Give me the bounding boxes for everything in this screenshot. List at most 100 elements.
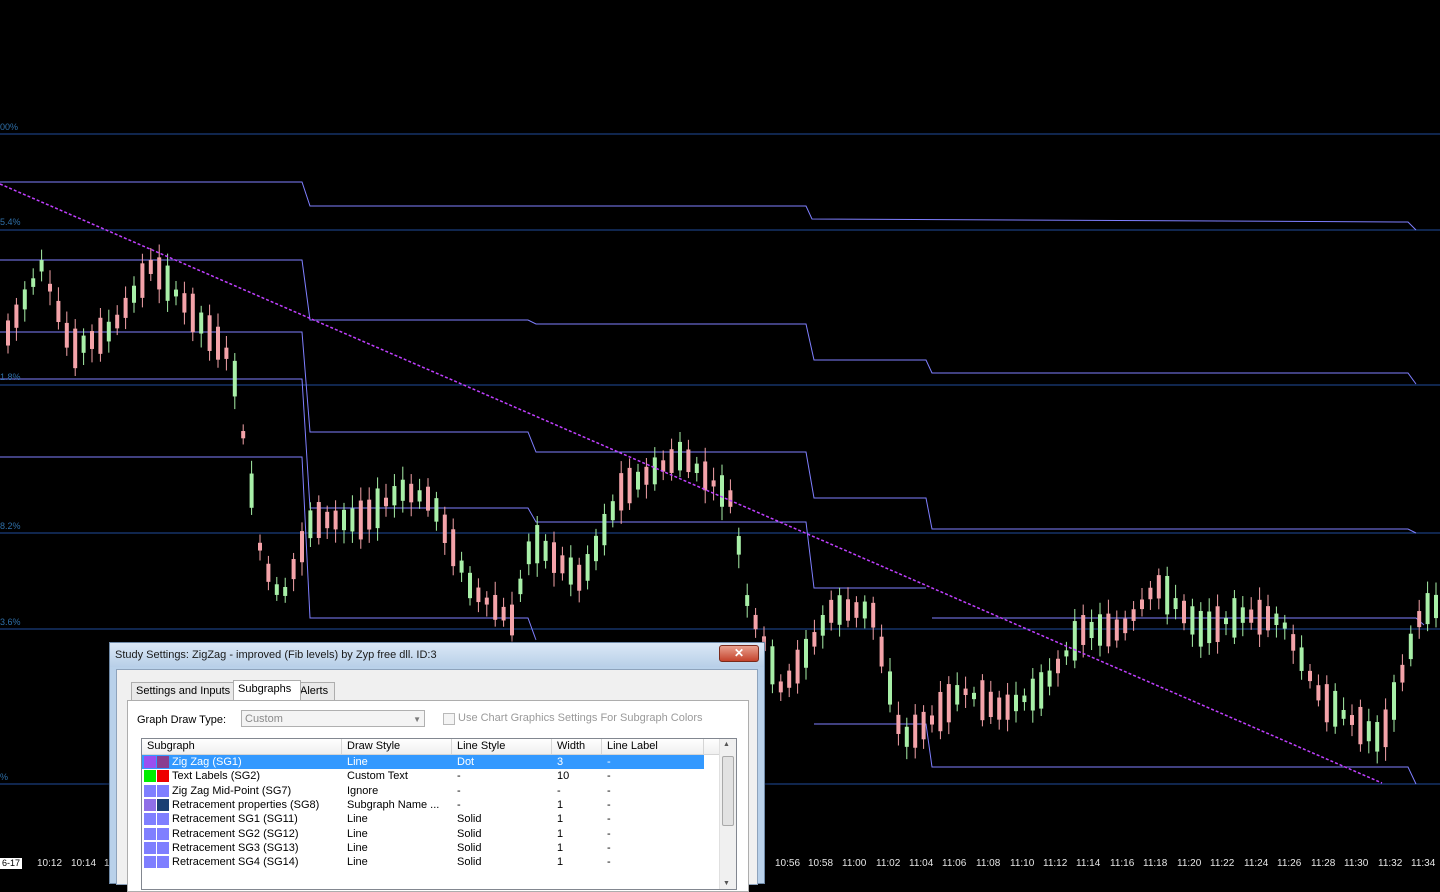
fib-label: 8.2% bbox=[0, 521, 21, 531]
dialog-titlebar[interactable]: Study Settings: ZigZag - improved (Fib l… bbox=[110, 643, 764, 667]
candle-body bbox=[459, 560, 464, 573]
subgraph-name: Retracement SG2 (SG12) bbox=[172, 827, 299, 840]
subgraph-color-secondary[interactable] bbox=[157, 770, 169, 783]
candle-body bbox=[778, 681, 783, 693]
candle-body bbox=[585, 554, 590, 581]
candle-body bbox=[955, 685, 960, 705]
candle-body bbox=[199, 312, 204, 334]
subgraph-color-secondary[interactable] bbox=[157, 784, 169, 797]
fib-label: 00% bbox=[0, 122, 19, 132]
candle-body bbox=[14, 304, 19, 328]
candle-body bbox=[1224, 617, 1228, 625]
subgraph-color-primary[interactable] bbox=[144, 770, 156, 783]
subgraph-name: Zig Zag (SG1) bbox=[172, 756, 242, 768]
subgraph-color-primary[interactable] bbox=[144, 756, 156, 768]
candle-body bbox=[1299, 647, 1304, 671]
candle-body bbox=[997, 697, 1002, 720]
subgraph-color-primary[interactable] bbox=[144, 827, 156, 840]
candle-body bbox=[1400, 664, 1405, 683]
candle-body bbox=[745, 595, 750, 606]
time-tick: 11:34 bbox=[1411, 858, 1436, 869]
candle-body bbox=[526, 541, 531, 565]
table-row[interactable]: Retracement SG2 (SG12) Line Solid 1 - bbox=[142, 827, 704, 841]
candle-body bbox=[1215, 606, 1220, 643]
candle-body bbox=[560, 555, 565, 574]
time-tick: 11:10 bbox=[1010, 858, 1035, 869]
candle-body bbox=[1341, 709, 1346, 719]
subgraph-color-secondary[interactable] bbox=[157, 856, 169, 869]
table-row[interactable]: Retracement SG1 (SG11) Line Solid 1 - bbox=[142, 812, 704, 826]
tab-alerts[interactable]: Alerts bbox=[295, 682, 335, 700]
subgraph-color-primary[interactable] bbox=[144, 813, 156, 826]
time-tick: 11:22 bbox=[1210, 858, 1235, 869]
scroll-down-icon[interactable]: ▼ bbox=[723, 880, 730, 887]
candle-body bbox=[300, 531, 304, 563]
subgraph-color-primary[interactable] bbox=[144, 784, 156, 797]
close-button[interactable]: ✕ bbox=[719, 645, 759, 662]
candle-body bbox=[157, 257, 162, 290]
subgraph-color-secondary[interactable] bbox=[157, 756, 169, 768]
scroll-up-icon[interactable]: ▲ bbox=[723, 741, 730, 748]
candle-body bbox=[6, 320, 10, 346]
subgraph-color-secondary[interactable] bbox=[157, 798, 169, 811]
draw-style: Subgraph Name ... bbox=[347, 798, 440, 811]
candle-body bbox=[350, 508, 355, 532]
scroll-thumb[interactable] bbox=[722, 756, 734, 826]
table-scrollbar[interactable]: ▲ ▼ bbox=[719, 739, 736, 889]
line-width: 1 bbox=[557, 841, 564, 854]
column-header-line-label[interactable]: Line Label bbox=[602, 739, 704, 754]
tab-settings-and-inputs[interactable]: Settings and Inputs bbox=[131, 682, 239, 700]
table-row[interactable]: Retracement SG3 (SG13) Line Solid 1 - bbox=[142, 841, 704, 855]
candle-body bbox=[392, 486, 397, 506]
time-tick: 10:14 bbox=[71, 858, 97, 869]
table-row[interactable]: Zig Zag Mid-Point (SG7) Ignore - - - bbox=[142, 784, 704, 798]
candle-body bbox=[1123, 618, 1128, 634]
graph-draw-type-select[interactable]: Custom ▼ bbox=[241, 710, 425, 727]
candle-body bbox=[594, 535, 598, 562]
candle-body bbox=[1156, 575, 1161, 599]
candle-body bbox=[644, 466, 649, 485]
dialog-title: Study Settings: ZigZag - improved (Fib l… bbox=[115, 649, 437, 661]
candle-body bbox=[1106, 613, 1111, 647]
candle-body bbox=[442, 514, 447, 543]
subgraph-name: Retracement SG3 (SG13) bbox=[172, 841, 299, 854]
table-row[interactable]: Zig Zag (SG1) Line Dot 3 - bbox=[142, 755, 704, 769]
subgraph-color-secondary[interactable] bbox=[157, 827, 169, 840]
candle-body bbox=[602, 513, 607, 546]
line-style: - bbox=[457, 798, 461, 811]
subgraph-color-primary[interactable] bbox=[144, 798, 156, 811]
candle-body bbox=[384, 497, 388, 507]
candle-body bbox=[720, 475, 724, 507]
column-header-line-style[interactable]: Line Style bbox=[452, 739, 552, 754]
column-header-width[interactable]: Width bbox=[552, 739, 602, 754]
candle-body bbox=[518, 578, 523, 595]
candle-body bbox=[770, 646, 775, 685]
subgraph-color-secondary[interactable] bbox=[157, 813, 169, 826]
table-row[interactable]: Text Labels (SG2) Custom Text - 10 - bbox=[142, 769, 704, 783]
candle-body bbox=[1014, 694, 1018, 712]
candle-body bbox=[904, 726, 909, 747]
table-row[interactable]: Retracement SG4 (SG14) Line Solid 1 - bbox=[142, 855, 704, 869]
line-style: Solid bbox=[457, 856, 482, 869]
candle-body bbox=[871, 602, 876, 628]
candle-body bbox=[98, 317, 103, 354]
column-header-subgraph[interactable]: Subgraph bbox=[142, 739, 342, 754]
candle-body bbox=[1089, 621, 1094, 639]
subgraph-color-secondary[interactable] bbox=[157, 841, 169, 854]
time-tick: 11:08 bbox=[976, 858, 1001, 869]
study-settings-dialog[interactable]: Study Settings: ZigZag - improved (Fib l… bbox=[109, 642, 765, 892]
time-tick: 11:14 bbox=[1076, 858, 1101, 869]
table-row[interactable]: Retracement properties (SG8) Subgraph Nam… bbox=[142, 798, 704, 812]
subgraphs-table[interactable]: Subgraph Draw Style Line Style Width Lin… bbox=[141, 738, 737, 890]
candle-body bbox=[308, 510, 313, 539]
candle-body bbox=[804, 638, 808, 668]
subgraph-color-primary[interactable] bbox=[144, 841, 156, 854]
tab-subgraphs[interactable]: Subgraphs bbox=[233, 680, 301, 700]
candle-body bbox=[619, 473, 624, 511]
candle-body bbox=[1350, 715, 1354, 725]
retracement-line bbox=[0, 331, 1417, 534]
subgraph-color-primary[interactable] bbox=[144, 856, 156, 869]
candle-body bbox=[476, 587, 481, 603]
column-header-draw-style[interactable]: Draw Style bbox=[342, 739, 452, 754]
use-chart-graphics-checkbox[interactable] bbox=[443, 713, 455, 725]
